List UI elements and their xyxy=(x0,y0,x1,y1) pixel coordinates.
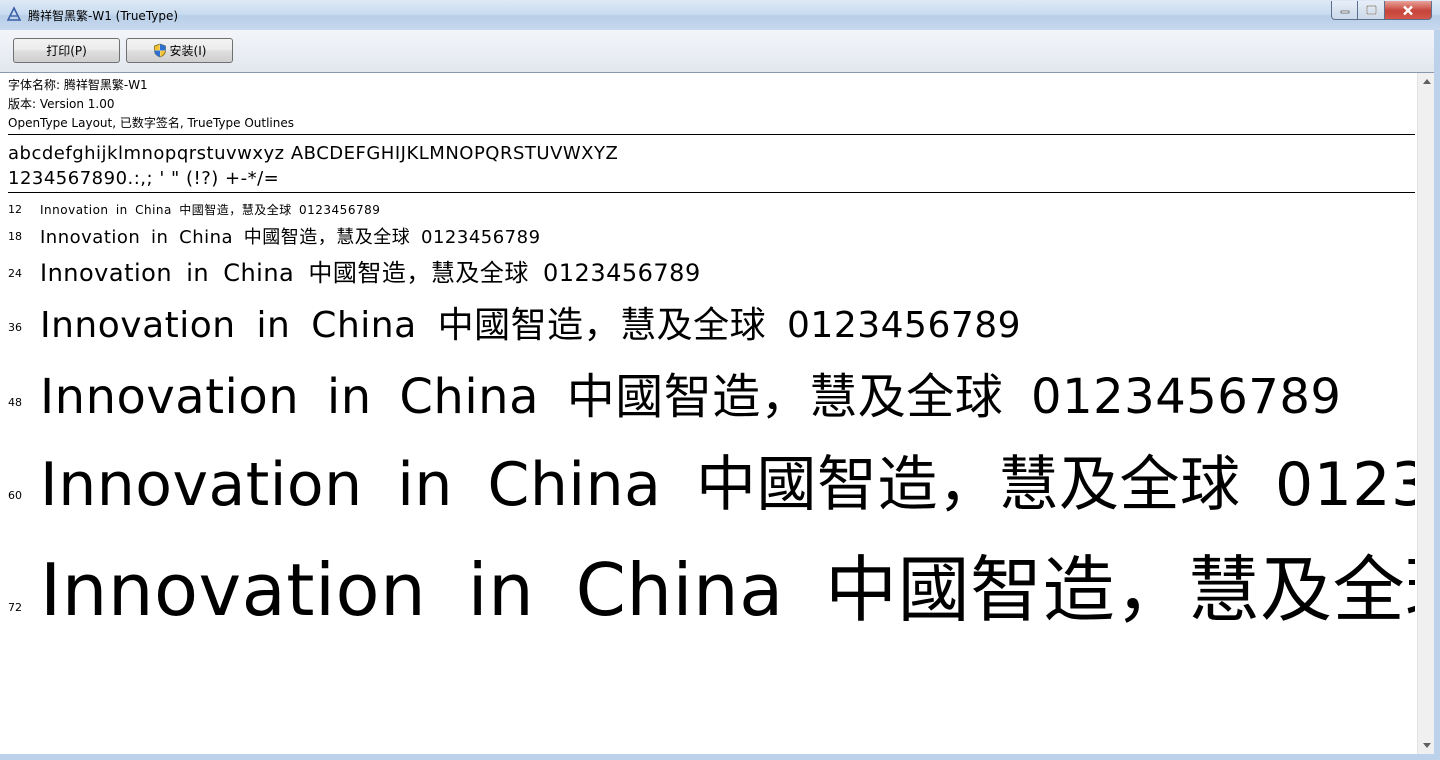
chevron-up-icon xyxy=(1422,79,1431,84)
sample-size-label: 12 xyxy=(8,203,22,216)
sample-size-label: 60 xyxy=(8,489,22,502)
sample-line-12: Innovation in China 中國智造，慧及全球 0123456789 xyxy=(40,203,381,217)
shield-icon xyxy=(153,43,166,58)
font-app-icon xyxy=(6,6,22,21)
install-button-label: 安装(I) xyxy=(169,44,207,58)
close-icon xyxy=(1403,5,1413,15)
font-viewer-window: 腾祥智黑繁-W1 (TrueType) 打印(P) 安装(I) 字体名称: 腾祥… xyxy=(0,0,1440,760)
window-frame-right xyxy=(1434,30,1440,760)
chevron-down-icon xyxy=(1422,743,1431,748)
install-button[interactable]: 安装(I) xyxy=(126,38,233,63)
font-name-info: 字体名称: 腾祥智黑繁-W1 xyxy=(8,78,148,92)
features-info: OpenType Layout, 已数字签名, TrueType Outline… xyxy=(8,116,295,130)
sample-line-24: Innovation in China 中國智造，慧及全球 0123456789 xyxy=(40,259,701,287)
font-preview-area: 字体名称: 腾祥智黑繁-W1 版本: Version 1.00 OpenType… xyxy=(0,73,1415,754)
divider xyxy=(8,134,1415,135)
version-info: 版本: Version 1.00 xyxy=(8,97,115,111)
print-button-label: 打印(P) xyxy=(46,44,87,58)
window-frame-bottom xyxy=(0,754,1440,760)
sample-line-36: Innovation in China 中國智造，慧及全球 0123456789 xyxy=(40,305,1022,346)
sample-line-48: Innovation in China 中國智造，慧及全球 0123456789 xyxy=(40,369,1342,425)
close-button[interactable] xyxy=(1385,1,1432,20)
sample-size-label: 36 xyxy=(8,321,22,334)
sample-size-label: 18 xyxy=(8,230,22,243)
charset-digits-symbols: 1234567890.:,; ' " (!?) +-*/= xyxy=(8,168,280,189)
window-title: 腾祥智黑繁-W1 (TrueType) xyxy=(28,9,179,23)
sample-size-label: 24 xyxy=(8,267,22,280)
sample-line-72: Innovation in China 中國智造，慧及全球 0123456789 xyxy=(40,548,1415,632)
scroll-down-button[interactable] xyxy=(1418,737,1435,754)
sample-line-60: Innovation in China 中國智造，慧及全球 0123456789 xyxy=(40,450,1415,520)
maximize-icon xyxy=(1365,5,1377,15)
divider xyxy=(8,192,1415,193)
minimize-button[interactable] xyxy=(1331,1,1358,20)
title-bar[interactable]: 腾祥智黑繁-W1 (TrueType) xyxy=(0,0,1440,31)
sample-line-18: Innovation in China 中國智造，慧及全球 0123456789 xyxy=(40,227,541,248)
maximize-button[interactable] xyxy=(1358,1,1385,20)
sample-size-label: 72 xyxy=(8,601,22,614)
scroll-up-button[interactable] xyxy=(1418,73,1435,90)
toolbar: 打印(P) 安装(I) xyxy=(0,30,1440,73)
vertical-scrollbar[interactable] xyxy=(1417,73,1435,754)
print-button[interactable]: 打印(P) xyxy=(13,38,120,63)
minimize-icon xyxy=(1340,10,1349,14)
charset-letters: abcdefghijklmnopqrstuvwxyz ABCDEFGHIJKLM… xyxy=(8,143,619,164)
sample-size-label: 48 xyxy=(8,396,22,409)
